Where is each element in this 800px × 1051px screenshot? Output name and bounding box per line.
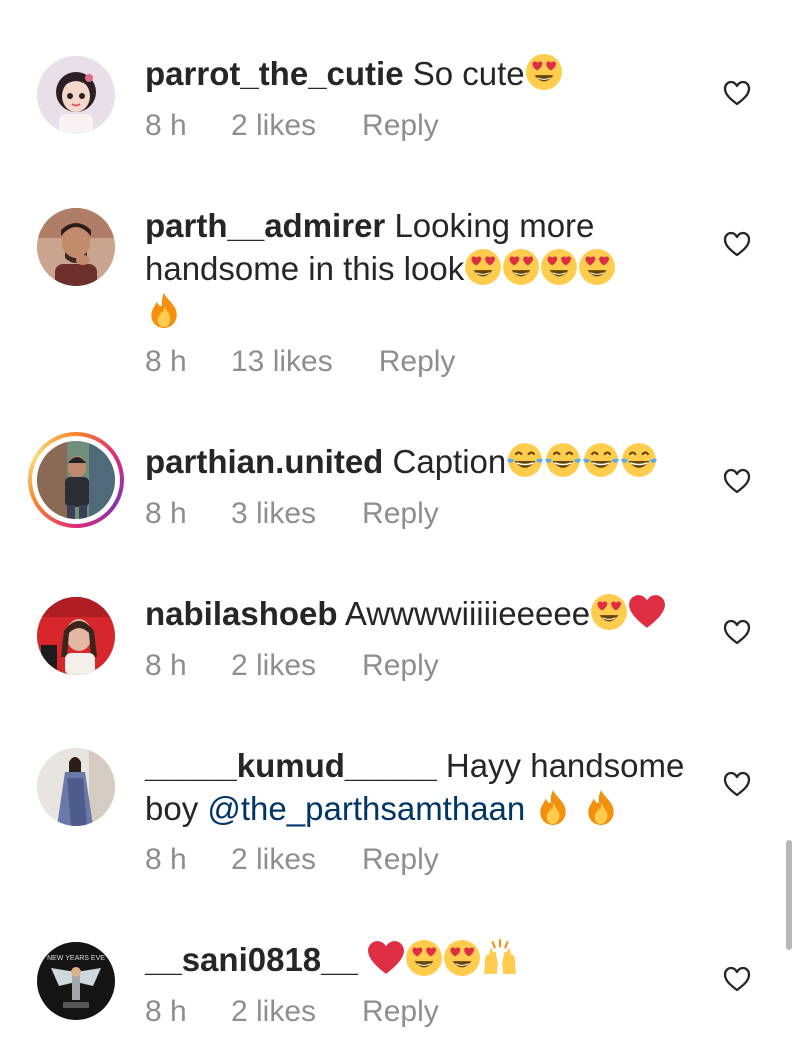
comment-time: 8 h xyxy=(145,497,187,530)
heart-eyes-emoji-icon xyxy=(540,248,578,286)
comment-meta: 8 h 2 likes Reply xyxy=(145,843,439,877)
story-ring[interactable] xyxy=(28,432,124,528)
fire-emoji-icon xyxy=(145,291,183,329)
reply-button[interactable]: Reply xyxy=(362,995,439,1029)
heart-eyes-emoji-icon xyxy=(405,939,443,977)
tears-of-joy-emoji-icon xyxy=(506,441,544,479)
heart-outline-icon[interactable] xyxy=(723,80,751,106)
heart-outline-icon[interactable] xyxy=(723,771,751,797)
tears-of-joy-emoji-icon xyxy=(544,441,582,479)
comment-username[interactable]: parthian.united xyxy=(145,443,383,480)
heart-outline-icon[interactable] xyxy=(723,619,751,645)
comment-likes[interactable]: 3 likes xyxy=(231,497,316,531)
red-heart-emoji-icon xyxy=(628,593,666,631)
comment-time: 8 h xyxy=(145,995,187,1028)
tears-of-joy-emoji-icon xyxy=(582,441,620,479)
comment-likes[interactable]: 13 likes xyxy=(231,345,333,379)
comment-meta: 8 h 3 likes Reply xyxy=(145,497,439,531)
scrollbar[interactable] xyxy=(786,840,792,950)
avatar[interactable]: NEW YEARS EVE xyxy=(37,942,115,1020)
fire-emoji-icon xyxy=(534,788,572,826)
comment-username[interactable]: nabilashoeb xyxy=(145,595,338,632)
comment-body: parth__admirer Looking more handsome in … xyxy=(145,204,700,333)
comment-text: Awwwwiiiiieeeee xyxy=(344,595,591,632)
avatar[interactable] xyxy=(37,597,115,675)
heart-outline-icon[interactable] xyxy=(723,966,751,992)
heart-eyes-emoji-icon xyxy=(525,53,563,91)
heart-eyes-emoji-icon xyxy=(502,248,540,286)
avatar[interactable] xyxy=(37,208,115,286)
red-heart-emoji-icon xyxy=(367,939,405,977)
comment-body: parrot_the_cutie So cute xyxy=(145,52,700,95)
heart-eyes-emoji-icon xyxy=(443,939,481,977)
mention-link[interactable]: @the_parthsamthaan xyxy=(207,790,525,827)
heart-outline-icon[interactable] xyxy=(723,231,751,257)
comment-time: 8 h xyxy=(145,649,187,682)
comment-username[interactable]: parrot_the_cutie xyxy=(145,55,404,92)
comment-meta: 8 h 2 likes Reply xyxy=(145,109,439,143)
comment-text: So cute xyxy=(412,55,525,92)
heart-outline-icon[interactable] xyxy=(723,468,751,494)
comment-username[interactable]: __sani0818__ xyxy=(145,941,358,978)
reply-button[interactable]: Reply xyxy=(362,843,439,877)
raised-hands-emoji-icon xyxy=(481,939,519,977)
comment-likes[interactable]: 2 likes xyxy=(231,995,316,1029)
comment-meta: 8 h 2 likes Reply xyxy=(145,649,439,683)
comment-body: __sani0818__ xyxy=(145,938,700,981)
reply-button[interactable]: Reply xyxy=(379,345,456,379)
comment-body: parthian.united Caption xyxy=(145,440,700,483)
comment-username[interactable]: parth__admirer xyxy=(145,207,385,244)
comment-time: 8 h xyxy=(145,345,187,378)
reply-button[interactable]: Reply xyxy=(362,649,439,683)
avatar xyxy=(37,441,115,519)
reply-button[interactable]: Reply xyxy=(362,497,439,531)
comment-likes[interactable]: 2 likes xyxy=(231,843,316,877)
comment-body: nabilashoeb Awwwwiiiiieeeee xyxy=(145,592,700,635)
avatar[interactable] xyxy=(37,56,115,134)
comment-time: 8 h xyxy=(145,109,187,142)
comment-likes[interactable]: 2 likes xyxy=(231,649,316,683)
tears-of-joy-emoji-icon xyxy=(620,441,658,479)
heart-eyes-emoji-icon xyxy=(590,593,628,631)
avatar[interactable] xyxy=(37,748,115,826)
comment-likes[interactable]: 2 likes xyxy=(231,109,316,143)
heart-eyes-emoji-icon xyxy=(578,248,616,286)
avatar-caption: NEW YEARS EVE xyxy=(47,955,105,962)
comment-time: 8 h xyxy=(145,843,187,876)
comment-text: Caption xyxy=(392,443,507,480)
reply-button[interactable]: Reply xyxy=(362,109,439,143)
comment-meta: 8 h 2 likes Reply xyxy=(145,995,439,1029)
comment-body: _____kumud_____ Hayy handsome boy @the_p… xyxy=(145,744,700,830)
heart-eyes-emoji-icon xyxy=(464,248,502,286)
fire-emoji-icon xyxy=(582,788,620,826)
comment-meta: 8 h 13 likes Reply xyxy=(145,345,455,379)
comment-username[interactable]: _____kumud_____ xyxy=(145,747,437,784)
